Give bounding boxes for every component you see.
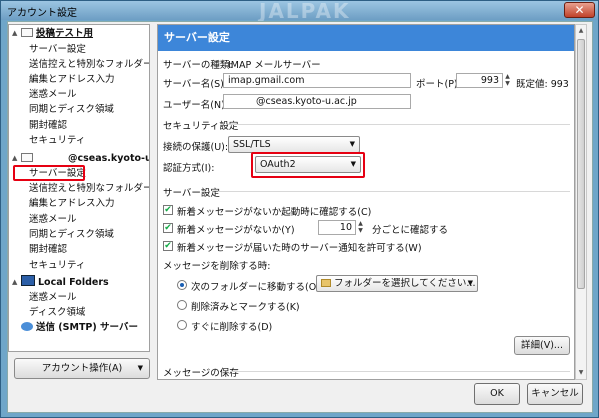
collapse-icon[interactable]: ▲ (12, 154, 17, 162)
tree-item-security-2[interactable]: セキュリティ (29, 259, 85, 273)
dropdown-arrow-icon: ▼ (349, 140, 355, 148)
sidebar-selection-highlight (13, 165, 85, 181)
cancel-button[interactable]: キャンセル (527, 383, 583, 405)
delete-immediately-label[interactable]: すぐに削除する(D) (191, 319, 272, 333)
server-settings-panel: サーバー設定 サーバーの種類: IMAP メールサーバー サーバー名(S): i… (157, 24, 575, 380)
on-delete-label: メッセージを削除する時: (163, 261, 271, 272)
collapse-icon[interactable]: ▲ (12, 278, 17, 286)
allow-push-checkbox[interactable]: ✔ (163, 241, 173, 251)
divider (228, 124, 570, 125)
port-spinner[interactable]: ▲ ▼ (503, 73, 512, 88)
check-minutes-input[interactable]: 10 (318, 220, 356, 235)
message-storage-heading: メッセージの保存 (163, 368, 239, 379)
scroll-thumb[interactable] (577, 39, 585, 289)
divider (230, 371, 570, 372)
tree-item-copies-folders-1[interactable]: 送信控えと特別なフォルダー (29, 58, 149, 72)
tree-item-security-1[interactable]: セキュリティ (29, 134, 85, 148)
scroll-up-icon[interactable]: ▲ (576, 25, 586, 37)
tree-item-copies-folders-2[interactable]: 送信控えと特別なフォルダー (29, 182, 149, 196)
smtp-globe-icon (21, 322, 33, 331)
panel-header: サーバー設定 (158, 25, 574, 51)
server-type-value: IMAP メールサーバー (228, 60, 321, 71)
tree-item-disk-local[interactable]: ディスク領域 (29, 306, 85, 320)
server-name-input[interactable]: imap.gmail.com (223, 73, 411, 88)
window-title: アカウント設定 (7, 8, 77, 19)
tree-item-junk-local[interactable]: 迷惑メール (29, 291, 77, 305)
port-input[interactable]: 993 (456, 73, 503, 88)
folder-select[interactable]: フォルダーを選択してください... ▼ (316, 275, 478, 292)
scroll-down-icon[interactable]: ▼ (576, 367, 586, 379)
title-bar[interactable]: アカウント設定 JALPAK ✕ (1, 0, 598, 23)
auth-method-label: 認証方式(I): (163, 163, 215, 174)
divider (218, 191, 570, 192)
account-tree: ▲ 投稿テスト用 サーバー設定 送信控えと特別なフォルダー 編集とアドレス入力 … (8, 24, 150, 352)
connection-security-label: 接続の保護(U): (163, 142, 229, 153)
tree-local-folders[interactable]: Local Folders (21, 275, 109, 289)
close-button[interactable]: ✕ (564, 2, 595, 18)
advanced-button[interactable]: 詳細(V)... (514, 336, 570, 355)
move-to-folder-radio[interactable] (177, 280, 187, 290)
check-every-label[interactable]: 新着メッセージがないか(Y) (177, 222, 295, 236)
folder-icon (321, 279, 331, 287)
tree-item-server-settings-1[interactable]: サーバー設定 (29, 43, 86, 57)
server-name-label: サーバー名(S): (163, 79, 228, 90)
mark-deleted-label[interactable]: 削除済みとマークする(K) (191, 299, 300, 313)
check-every-suffix: 分ごとに確認する (372, 225, 449, 236)
server-settings-heading: サーバー設定 (163, 188, 220, 199)
main-scrollbar[interactable]: ▲ ▼ (575, 24, 587, 380)
watermark-logo: JALPAK (259, 0, 351, 23)
username-label: ユーザー名(N): (163, 100, 229, 111)
default-port: 既定値: 993 (516, 79, 569, 90)
allow-push-label[interactable]: 新着メッセージが届いた時のサーバー通知を許可する(W) (177, 240, 422, 254)
tree-item-composition-1[interactable]: 編集とアドレス入力 (29, 73, 115, 87)
tree-item-junk-2[interactable]: 迷惑メール (29, 213, 77, 227)
connection-security-select[interactable]: SSL/TLS ▼ (228, 136, 360, 153)
local-folders-icon (21, 275, 35, 286)
dropdown-arrow-icon: ▼ (467, 279, 473, 287)
mail-account-icon (21, 28, 33, 37)
delete-immediately-radio[interactable] (177, 320, 187, 330)
check-startup-checkbox[interactable]: ✔ (163, 205, 173, 215)
ok-button[interactable]: OK (474, 383, 520, 405)
dropdown-arrow-icon: ▼ (137, 364, 143, 372)
tree-item-composition-2[interactable]: 編集とアドレス入力 (29, 197, 115, 211)
security-heading: セキュリティ設定 (163, 121, 239, 132)
auth-method-highlight (251, 152, 365, 178)
tree-account-test[interactable]: 投稿テスト用 (21, 27, 93, 41)
tree-item-sync-2[interactable]: 同期とディスク領域 (29, 228, 114, 242)
tree-account-cseas[interactable]: @cseas.kyoto-u.... (21, 152, 149, 166)
port-label: ポート(P): (416, 79, 461, 90)
tree-item-junk-1[interactable]: 迷惑メール (29, 88, 77, 102)
check-every-checkbox[interactable]: ✔ (163, 223, 173, 233)
account-actions-button[interactable]: アカウント操作(A) ▼ (14, 358, 150, 379)
username-input[interactable]: @cseas.kyoto-u.ac.jp (223, 94, 411, 109)
mail-account-icon (21, 153, 33, 162)
minutes-spinner[interactable]: ▲ ▼ (356, 220, 365, 235)
mark-deleted-radio[interactable] (177, 300, 187, 310)
server-type-label: サーバーの種類: (163, 60, 233, 71)
tree-smtp-server[interactable]: 送信 (SMTP) サーバー (21, 321, 138, 335)
collapse-icon[interactable]: ▲ (12, 29, 17, 37)
tree-item-receipts-2[interactable]: 開封確認 (29, 243, 67, 257)
tree-item-sync-1[interactable]: 同期とディスク領域 (29, 103, 114, 117)
tree-item-receipts-1[interactable]: 開封確認 (29, 119, 67, 133)
check-startup-label[interactable]: 新着メッセージがないか起動時に確認する(C) (177, 204, 371, 218)
move-to-folder-label[interactable]: 次のフォルダーに移動する(O): (191, 279, 323, 293)
